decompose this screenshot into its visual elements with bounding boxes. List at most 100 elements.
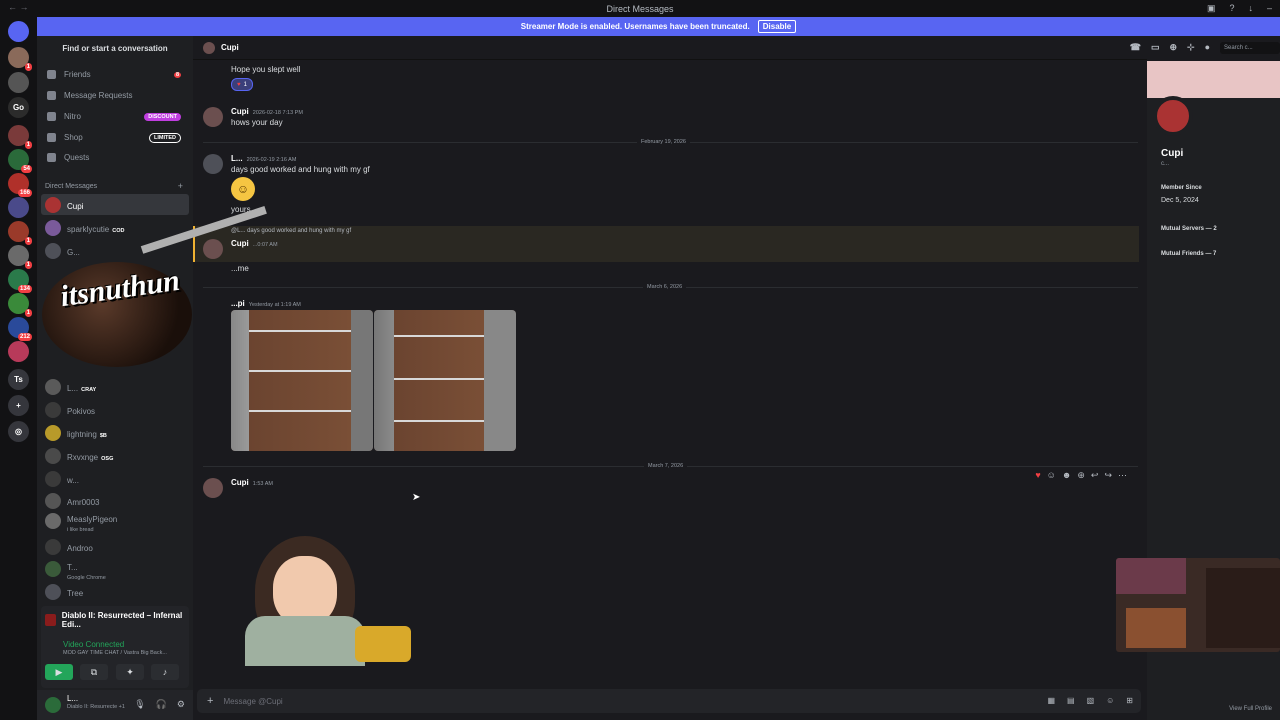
more-icon[interactable]: ⋯ [1118,470,1127,481]
mutual-friends[interactable]: Mutual Friends — 7 [1161,251,1216,257]
avatar[interactable] [203,154,223,174]
dm-item[interactable]: w... [41,468,189,489]
call-icon[interactable]: ☎ [1130,42,1141,54]
server-icon[interactable]: 1 [8,245,32,269]
search-input[interactable]: Search c... [1220,42,1280,54]
heart-react-icon[interactable]: ♥ [1035,470,1040,481]
dm-item[interactable]: Cupi [41,194,189,215]
gif-icon[interactable]: ▤ [1067,696,1075,705]
view-full-profile-link[interactable]: View Full Profile [1229,706,1272,712]
profile-avatar[interactable] [1153,96,1193,136]
voice-channel: MOD GAY TIME CHAT / Vastra Big Back... [63,650,167,656]
user-avatar[interactable] [45,697,61,713]
inbox-icon[interactable]: ▣ [1207,3,1216,14]
forward-icon[interactable]: ↪ [1104,470,1112,481]
mic-icon[interactable]: 🎙 [134,699,145,710]
nav-message-requests[interactable]: Message Requests [41,86,189,105]
server-icon[interactable]: 1 [8,293,32,317]
video-icon[interactable]: ▭ [1151,42,1160,54]
create-dm-icon[interactable]: + [178,181,183,191]
pin-icon[interactable]: ⊕ [1169,42,1177,54]
dm-name: L... [67,383,79,393]
server-icon[interactable]: 134 [8,269,32,293]
profile-icon[interactable]: ● [1205,42,1210,54]
help-icon[interactable]: ? [1229,3,1234,14]
laugh-react-icon[interactable]: ☻ [1062,470,1071,481]
author-name[interactable]: Cupi [231,107,249,116]
sticker-image[interactable] [235,526,413,666]
username[interactable]: L... [67,694,78,703]
emoji-icon[interactable]: ☺ [1106,696,1114,705]
server-icon[interactable]: ◎ [8,421,29,442]
dm-item[interactable]: lightning $B [41,422,189,443]
server-icon[interactable]: 1 [8,221,32,245]
header-name[interactable]: Cupi [221,43,239,52]
nav-nitro[interactable]: Nitro DISCOUNT [41,107,189,126]
avatar [45,447,61,464]
apps-icon[interactable]: ⊞ [1126,696,1133,705]
attach-icon[interactable]: + [207,695,213,707]
screenshare-button[interactable]: ⧉ [80,664,108,680]
avatar [45,492,61,509]
server-icon[interactable] [8,197,29,218]
nav-shop[interactable]: Shop LIMITED [41,128,189,147]
server-icon[interactable]: 166 [8,173,32,197]
camera-button[interactable]: ▶ [45,664,73,680]
add-reaction-icon[interactable]: ⊕ [1077,470,1085,481]
nav-quests[interactable]: Quests [41,148,189,167]
author-name[interactable]: Cupi [231,478,249,487]
download-icon[interactable]: ↓ [1248,3,1253,14]
server-icon[interactable]: 212 [8,317,32,341]
sticker-icon[interactable]: ▧ [1087,696,1095,705]
server-icon[interactable]: Ts [8,369,29,390]
quests-icon [47,153,56,162]
voice-status[interactable]: Video Connected [63,640,124,649]
find-conversation-button[interactable]: Find or start a conversation [45,42,185,56]
dm-item[interactable]: T... Google Chrome [41,557,189,581]
dm-item[interactable]: L... CRAY [41,376,189,397]
soundboard-button[interactable]: ♪ [151,664,179,680]
reply-icon[interactable]: ↩ [1091,470,1099,481]
avatar[interactable] [203,478,223,498]
server-icon[interactable]: 54 [8,149,32,173]
activity-bar[interactable]: Diablo II: Resurrected – Infernal Edi... [41,610,189,630]
reaction-count: 1 [243,81,247,88]
message-input[interactable]: Message @Cupi [223,697,282,706]
message-composer[interactable]: + Message @Cupi ▦ ▤ ▧ ☺ ⊞ [197,689,1141,713]
server-icon[interactable]: 1 [8,47,32,71]
heart-reaction[interactable]: ♥ 1 [231,78,253,91]
dm-item[interactable]: MeaslyPigeon i like bread [41,510,189,533]
emoji-react-icon[interactable]: ☺ [1047,470,1056,481]
server-icon[interactable] [8,21,29,42]
add-friend-icon[interactable]: ⊹ [1187,42,1195,54]
server-icon[interactable]: + [8,395,29,416]
dm-item[interactable]: Tree [41,581,189,602]
nav-label: Message Requests [64,91,133,100]
avatar[interactable] [203,107,223,127]
server-badge: 1 [24,63,32,71]
dm-status: Google Chrome [67,574,106,581]
server-icon[interactable] [8,72,29,93]
dm-name: MeaslyPigeon [67,514,118,524]
dm-item[interactable]: Androo [41,536,189,557]
server-icon[interactable]: Go [8,97,29,118]
settings-icon[interactable]: ⚙ [177,699,185,710]
dm-item[interactable]: Rxvxnge OSG [41,445,189,466]
server-icon[interactable] [8,341,29,362]
mutual-servers[interactable]: Mutual Servers — 2 [1161,226,1217,232]
minimize-icon[interactable]: – [1267,3,1272,14]
message-header: Cupi 1:53 AM [231,478,273,487]
guitar-fretboard-image[interactable] [374,310,516,451]
author-name[interactable]: L... [231,154,243,163]
nav-friends[interactable]: Friends 8 [41,65,189,84]
nav-arrows[interactable]: ← → [8,2,29,12]
headphones-icon[interactable]: 🎧 [156,699,167,710]
server-badge: 54 [21,165,32,173]
server-icon[interactable]: 1 [8,125,32,149]
activity-button[interactable]: ✦ [116,664,144,680]
gift-icon[interactable]: ▦ [1047,696,1055,705]
disable-button[interactable]: Disable [757,20,797,33]
dm-name: Rxvxnge [67,452,99,462]
dm-item[interactable]: Pokivos [41,399,189,420]
dm-text: T... Google Chrome [67,557,106,581]
